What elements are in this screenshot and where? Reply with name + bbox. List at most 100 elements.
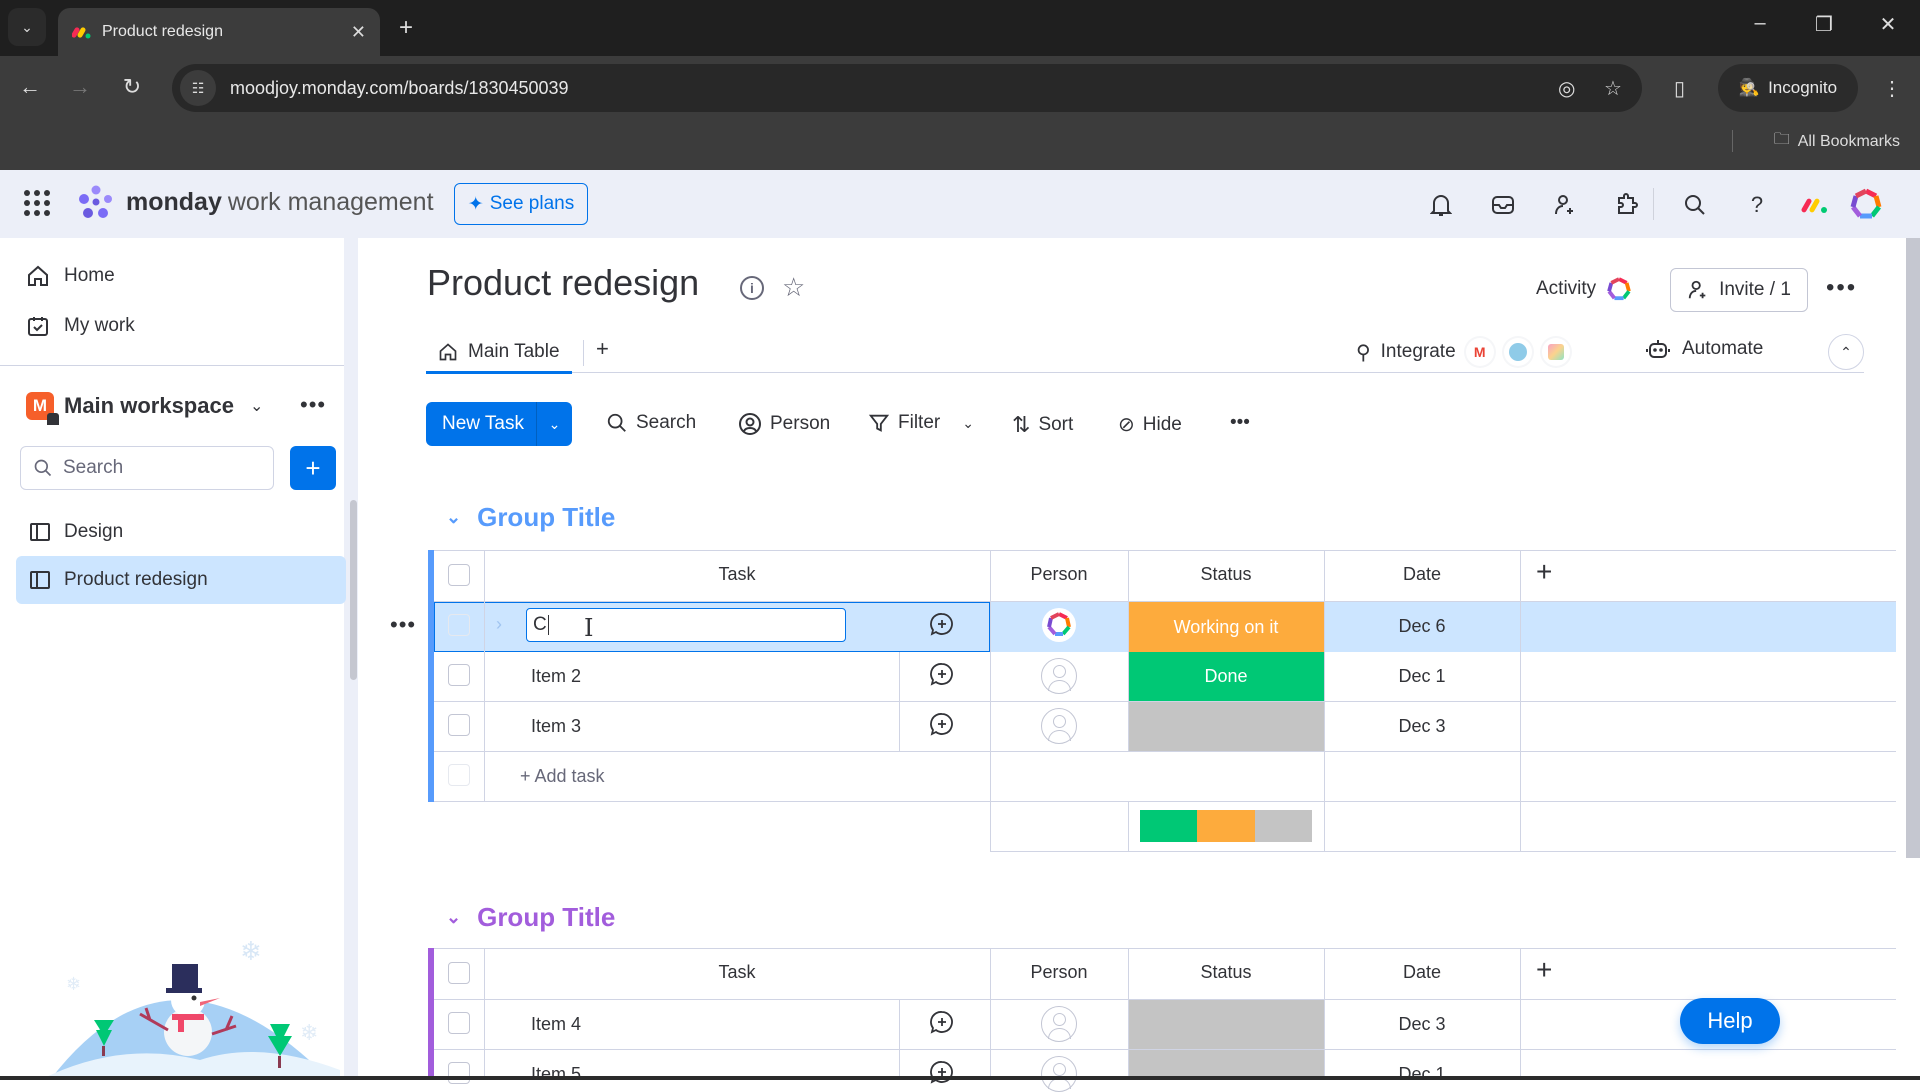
expand-subitems-icon[interactable]: ›: [496, 614, 502, 635]
person-filter-button[interactable]: Person: [738, 412, 830, 436]
chevron-down-icon[interactable]: ⌄: [962, 415, 974, 432]
bookmark-star-icon[interactable]: ☆: [1604, 76, 1622, 101]
eye-off-icon[interactable]: ◎: [1558, 76, 1575, 101]
chevron-down-icon[interactable]: ⌄: [446, 907, 461, 928]
workspace-selector[interactable]: M Main workspace: [26, 392, 234, 425]
date-cell[interactable]: Dec 1: [1324, 1064, 1520, 1085]
filter-button[interactable]: Filter ⌄: [868, 412, 974, 434]
empty-person-icon[interactable]: [1041, 658, 1077, 694]
empty-person-icon[interactable]: [1041, 1006, 1077, 1042]
item-name-input[interactable]: C: [526, 608, 846, 642]
tab-main-table[interactable]: Main Table: [426, 332, 572, 374]
site-info-icon[interactable]: ☷: [180, 70, 216, 106]
search-button[interactable]: Search: [606, 412, 696, 434]
add-column-icon[interactable]: +: [1536, 556, 1552, 588]
add-item-button[interactable]: +: [290, 446, 336, 490]
favorite-star-icon[interactable]: ☆: [782, 272, 805, 303]
column-header-task[interactable]: Task: [484, 962, 990, 983]
reload-icon[interactable]: ↻: [114, 74, 150, 100]
add-update-icon[interactable]: [930, 1010, 954, 1034]
automate-button[interactable]: Automate: [1646, 338, 1763, 360]
address-bar[interactable]: ☷ moodjoy.monday.com/boards/1830450039: [172, 64, 1642, 112]
sidebar-item-my-work[interactable]: My work: [26, 314, 135, 338]
item-name[interactable]: Item 4: [531, 1014, 581, 1035]
add-update-icon[interactable]: [930, 662, 954, 686]
row-checkbox[interactable]: [448, 664, 470, 686]
column-header-status[interactable]: Status: [1128, 564, 1324, 585]
row-more-icon[interactable]: •••: [390, 612, 416, 638]
add-update-icon[interactable]: [930, 612, 954, 636]
row-checkbox[interactable]: [448, 1062, 470, 1084]
tab-search-button[interactable]: ⌄: [8, 8, 46, 46]
empty-person-icon[interactable]: [1041, 708, 1077, 744]
sidebar-item-home[interactable]: Home: [26, 264, 115, 288]
item-name[interactable]: Item 5: [531, 1064, 581, 1085]
column-header-person[interactable]: Person: [990, 962, 1128, 983]
minimize-icon[interactable]: –: [1740, 12, 1780, 35]
chevron-down-icon[interactable]: ⌄: [536, 402, 572, 446]
add-task-input[interactable]: + Add task: [520, 766, 605, 787]
chevron-down-icon[interactable]: ⌄: [250, 396, 263, 416]
status-summary-bar[interactable]: [1140, 810, 1312, 842]
account-avatar[interactable]: [1848, 186, 1884, 222]
browser-tab[interactable]: Product redesign ✕: [58, 8, 380, 56]
empty-person-icon[interactable]: [1041, 1056, 1077, 1092]
board-title[interactable]: Product redesign: [427, 262, 699, 304]
status-cell[interactable]: Working on it: [1128, 602, 1324, 652]
group-header[interactable]: ⌄ Group Title: [446, 502, 615, 533]
monday-logo-icon[interactable]: [1800, 190, 1830, 220]
status-summary-segment[interactable]: [1140, 810, 1198, 842]
bell-icon[interactable]: [1426, 190, 1456, 220]
row-checkbox[interactable]: [448, 714, 470, 736]
forward-icon[interactable]: →: [62, 74, 98, 100]
monday-logo[interactable]: monday work management: [76, 184, 434, 220]
new-tab-button[interactable]: +: [388, 10, 424, 46]
date-cell[interactable]: Dec 3: [1324, 1014, 1520, 1035]
invite-button[interactable]: Invite / 1: [1670, 268, 1808, 312]
sidebar-board-product-redesign[interactable]: Product redesign: [16, 556, 346, 604]
all-bookmarks-button[interactable]: 🗀 All Bookmarks: [1774, 128, 1900, 155]
column-header-person[interactable]: Person: [990, 564, 1128, 585]
add-update-icon[interactable]: [930, 712, 954, 736]
column-header-status[interactable]: Status: [1128, 962, 1324, 983]
add-column-icon[interactable]: +: [1536, 954, 1552, 986]
integrate-button[interactable]: ⚲ Integrate M: [1356, 338, 1570, 366]
workspace-more-icon[interactable]: •••: [300, 392, 326, 418]
date-cell[interactable]: Dec 1: [1324, 666, 1520, 687]
app-switcher-icon[interactable]: [24, 190, 50, 216]
group-title[interactable]: Group Title: [477, 502, 615, 533]
info-icon[interactable]: i: [740, 276, 764, 300]
select-all-checkbox[interactable]: [448, 564, 470, 586]
help-icon[interactable]: ?: [1742, 190, 1772, 220]
add-update-icon[interactable]: [930, 1060, 954, 1084]
chevron-down-icon[interactable]: ⌄: [446, 507, 461, 528]
status-cell[interactable]: Done: [1128, 652, 1324, 701]
hide-button[interactable]: ⊘ Hide: [1118, 412, 1182, 437]
date-cell[interactable]: Dec 6: [1324, 616, 1520, 637]
column-header-date[interactable]: Date: [1324, 564, 1520, 585]
group-header[interactable]: ⌄ Group Title: [446, 902, 615, 933]
side-panel-icon[interactable]: ▯: [1674, 76, 1685, 101]
see-plans-button[interactable]: ✦ See plans: [454, 183, 588, 225]
collapse-header-button[interactable]: ⌃: [1828, 334, 1864, 370]
activity-button[interactable]: Activity: [1536, 276, 1632, 302]
sidebar-board-design[interactable]: Design: [16, 508, 346, 556]
add-view-button[interactable]: +: [596, 336, 609, 362]
status-summary-segment[interactable]: [1254, 810, 1312, 842]
incognito-badge[interactable]: 🕵 Incognito: [1718, 64, 1858, 112]
apps-marketplace-icon[interactable]: [1612, 190, 1642, 220]
close-tab-icon[interactable]: ✕: [351, 22, 366, 43]
column-header-task[interactable]: Task: [484, 564, 990, 585]
url-text[interactable]: moodjoy.monday.com/boards/1830450039: [230, 78, 569, 99]
status-cell[interactable]: [1128, 1000, 1324, 1049]
inbox-icon[interactable]: [1488, 190, 1518, 220]
new-task-button[interactable]: New Task ⌄: [426, 402, 572, 446]
status-cell[interactable]: [1128, 702, 1324, 751]
row-checkbox[interactable]: [448, 1012, 470, 1034]
help-button[interactable]: Help: [1680, 998, 1780, 1044]
sidebar-search-input[interactable]: Search: [20, 446, 274, 490]
select-all-checkbox[interactable]: [448, 962, 470, 984]
main-scrollbar[interactable]: [1906, 238, 1920, 858]
sort-button[interactable]: ⇅ Sort: [1012, 412, 1073, 438]
sidebar-scrollbar[interactable]: [350, 500, 357, 680]
